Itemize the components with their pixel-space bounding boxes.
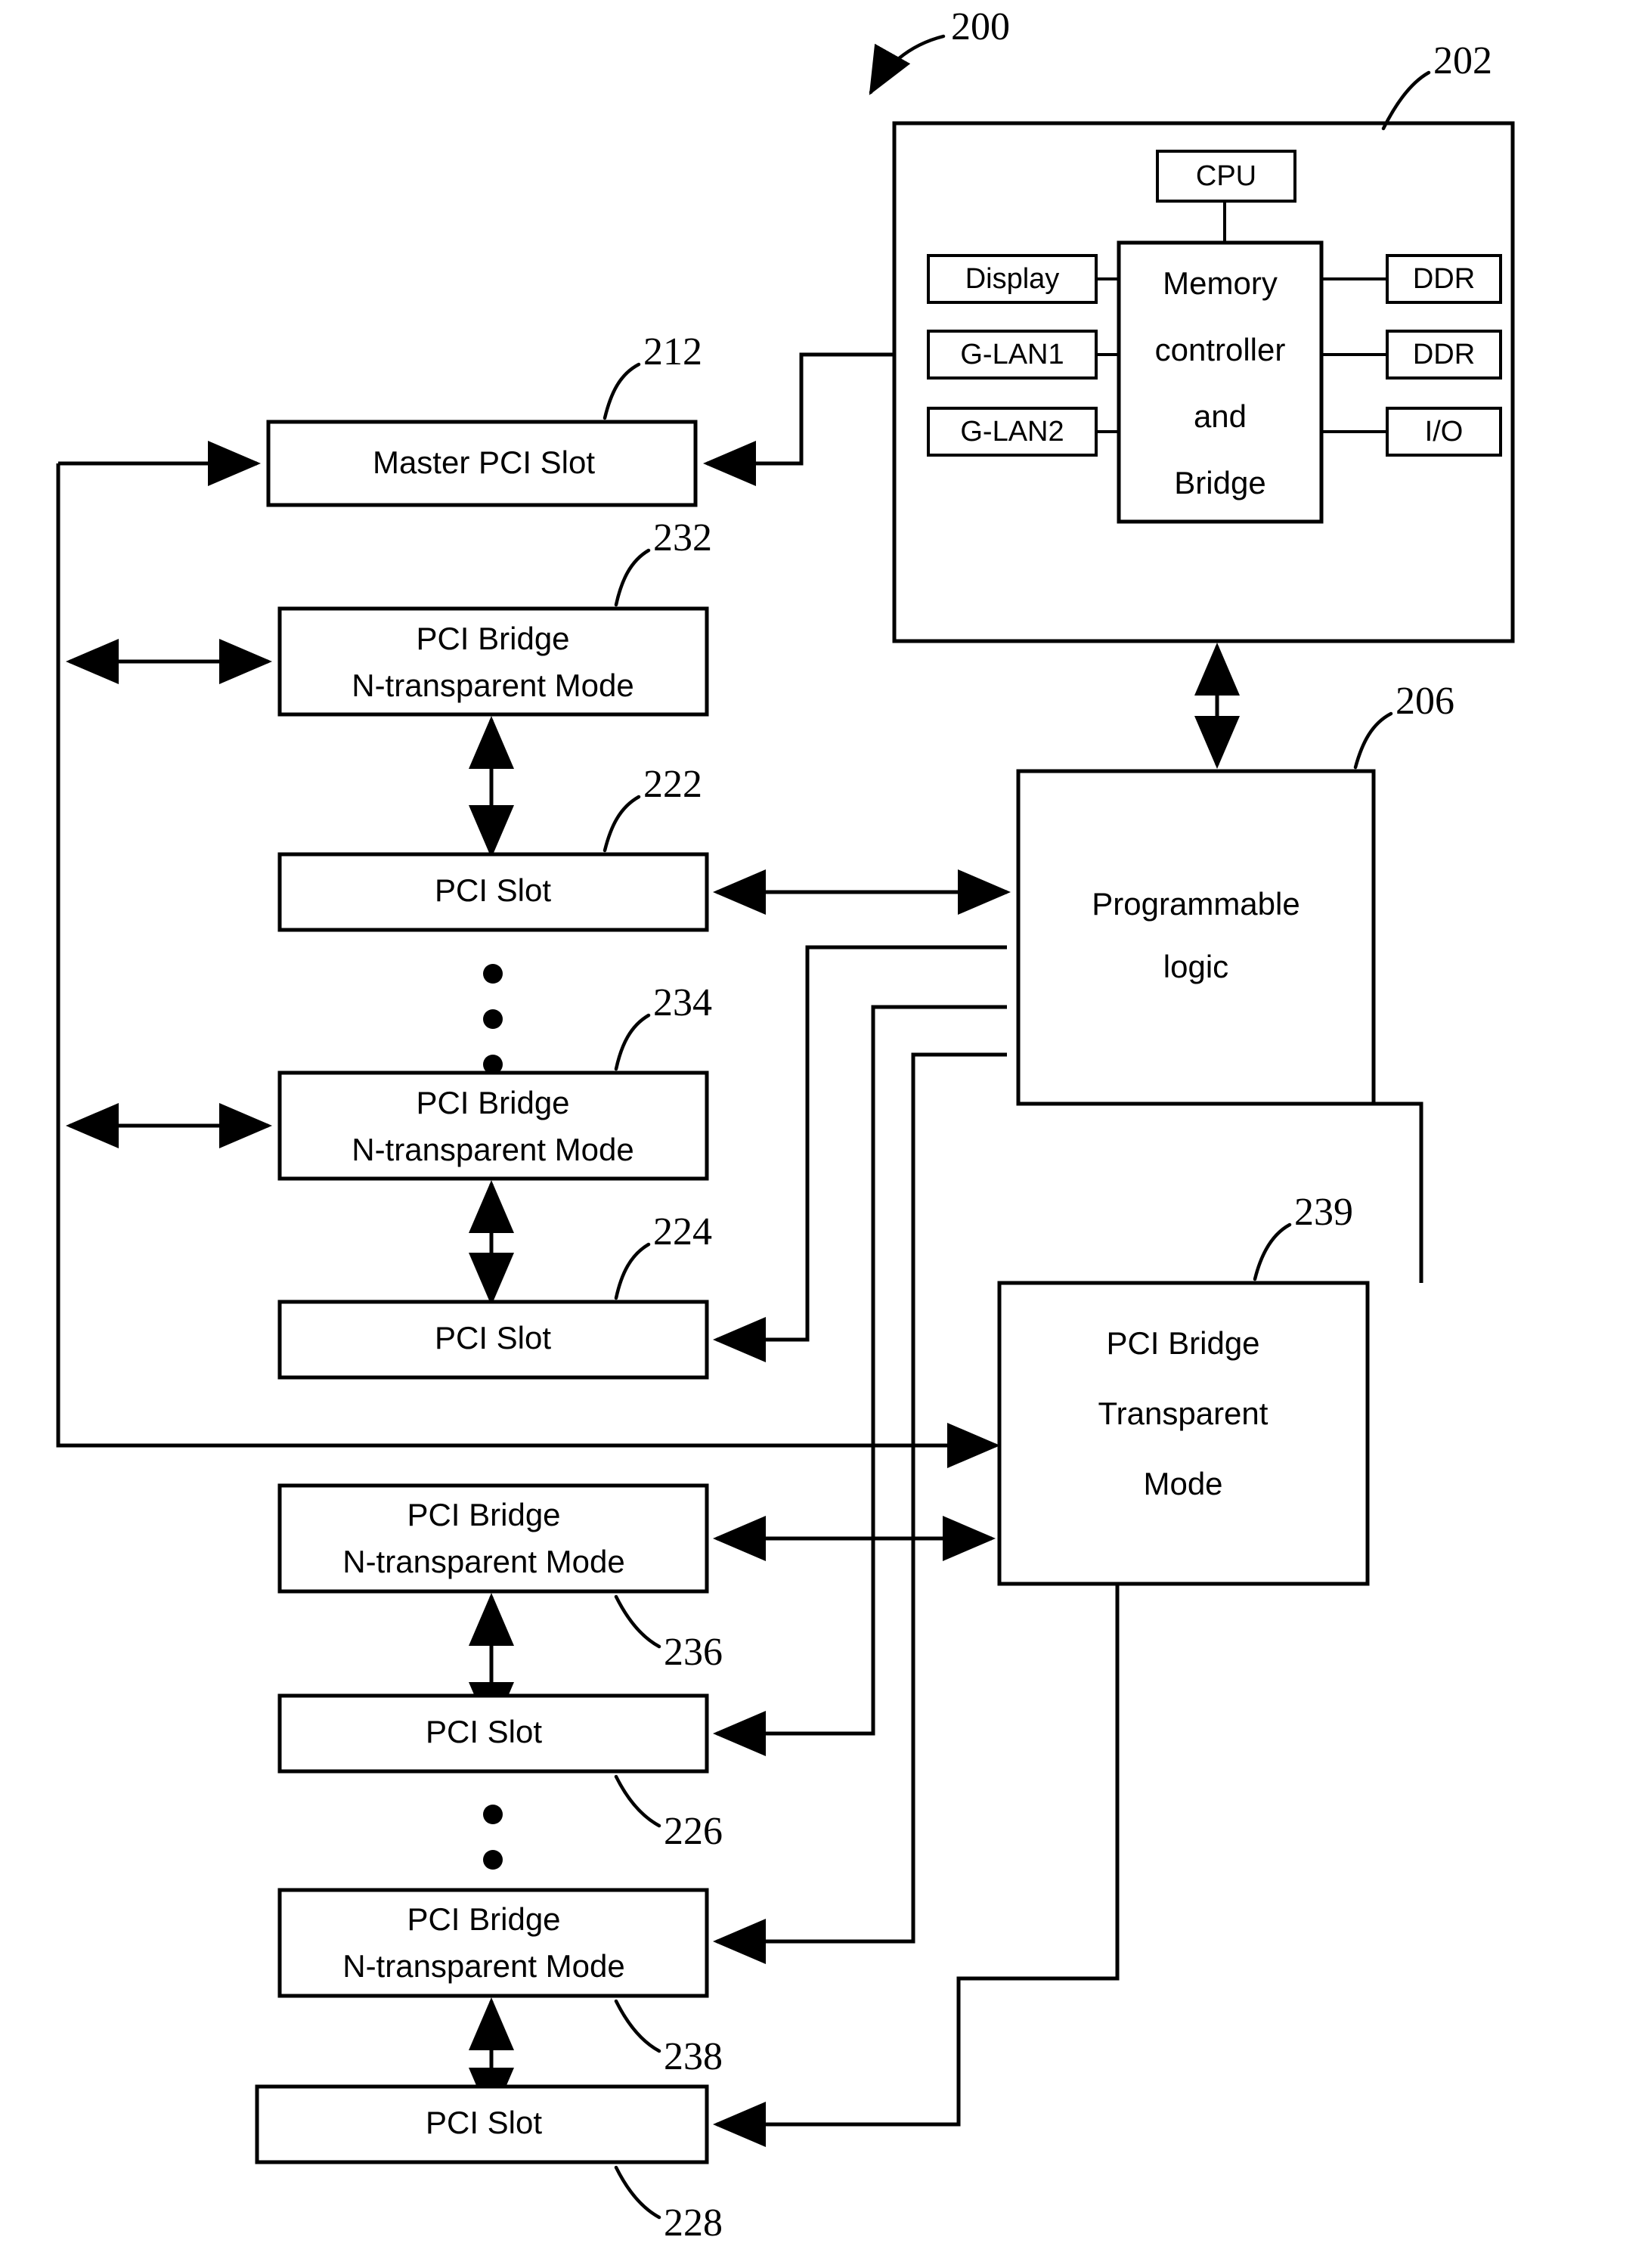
ref-226: 226 — [664, 1810, 723, 1853]
ref-202: 202 — [1433, 39, 1492, 82]
ref-222: 222 — [643, 763, 702, 806]
glan1-label: G-LAN1 — [960, 339, 1064, 370]
slot-228-label: PCI Slot — [426, 2105, 542, 2140]
ref-234: 234 — [653, 981, 712, 1024]
transparent-bridge-line3: Mode — [1143, 1466, 1222, 1501]
figure-canvas: CPU Display G-LAN1 G-LAN2 DDR DDR I/O Me… — [0, 0, 1648, 2268]
ref-200: 200 — [951, 5, 1010, 48]
memory-controller-line-2: controller — [1155, 332, 1286, 367]
master-slot-to-system — [703, 352, 894, 486]
bridge-232-label-line1: PCI Bridge — [416, 621, 569, 656]
transparent-bridge-line2: Transparent — [1098, 1396, 1269, 1431]
bridge-234-label-line2: N-transparent Mode — [352, 1132, 634, 1167]
ref-206: 206 — [1396, 680, 1454, 723]
ref-236: 236 — [664, 1631, 723, 1674]
figure-lead-arrow — [869, 34, 946, 95]
bridge-234-label-line1: PCI Bridge — [416, 1085, 569, 1120]
ref-224: 224 — [653, 1210, 712, 1253]
bridge-236-label-line2: N-transparent Mode — [342, 1544, 625, 1579]
proglogic-to-bridge238 — [713, 1052, 1007, 1964]
master-pci-slot-box — [266, 362, 698, 507]
slot-222-label: PCI Slot — [435, 872, 551, 908]
ref-239: 239 — [1294, 1191, 1353, 1234]
bridge-238-label-line1: PCI Bridge — [407, 1901, 560, 1937]
slot-224-label: PCI Slot — [435, 1320, 551, 1356]
bridge-236-label-line1: PCI Bridge — [407, 1497, 560, 1532]
ref-232: 232 — [653, 516, 712, 559]
ddr1-label: DDR — [1413, 263, 1475, 295]
glan2-label: G-LAN2 — [960, 416, 1064, 448]
programmable-logic-line2: logic — [1163, 949, 1228, 984]
cpu-label: CPU — [1196, 160, 1256, 192]
programmable-logic-line1: Programmable — [1092, 886, 1300, 922]
bridge-232-label-line2: N-transparent Mode — [352, 668, 634, 703]
memory-controller-line-1: Memory — [1163, 265, 1278, 301]
ddr2-label: DDR — [1413, 339, 1475, 370]
transparent-bridge-line1: PCI Bridge — [1106, 1325, 1259, 1361]
diagram-svg: CPU Display G-LAN1 G-LAN2 DDR DDR I/O Me… — [56, 5, 1515, 2245]
ref-228: 228 — [664, 2201, 723, 2245]
memory-controller-line-3: and — [1194, 398, 1247, 434]
slot-226-label: PCI Slot — [426, 1714, 542, 1749]
memory-controller-line-4: Bridge — [1174, 465, 1265, 500]
proglogic-to-slot226 — [713, 1005, 1007, 1756]
vertical-ellipsis-upper — [483, 964, 503, 1074]
transparent-to-slot228 — [713, 1584, 1120, 2147]
master-pci-slot-label: Master PCI Slot — [373, 445, 595, 480]
proglogic-to-transparent-link — [1374, 1101, 1423, 1283]
ref-212: 212 — [643, 330, 702, 373]
io-label: I/O — [1425, 416, 1464, 448]
bridge-238-label-line2: N-transparent Mode — [342, 1948, 625, 1984]
display-label: Display — [965, 263, 1060, 295]
ref-238: 238 — [664, 2035, 723, 2078]
